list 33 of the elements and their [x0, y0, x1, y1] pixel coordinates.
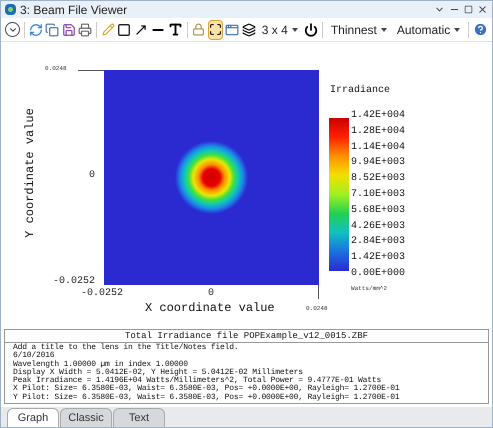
x-axis-tick: 0 [208, 287, 214, 301]
info-title: Total Irradiance file POPExample_v12_0015.ZBF [5, 330, 488, 343]
info-line: Peak Irradiance = 1.4196E+04 Watts/Millimeters^2, Total Power = 9.4777E-01 Watts [13, 377, 382, 386]
y-axis-label: Y coordinate value [22, 108, 38, 238]
legend-tick: 0.00E+000 [351, 268, 406, 280]
layout-dropdown[interactable]: 3 x 4 [258, 20, 302, 40]
info-line: 6/10/2016 [13, 352, 54, 360]
y-axis-tick: -0.0252 [53, 275, 96, 288]
info-line: Display X Width = 5.0412E-02, Y Height = 5.0412E-02 Millimeters [13, 368, 304, 377]
legend-tick: 2.84E+003 [351, 236, 406, 248]
legend-tick: 5.68E+003 [351, 204, 406, 217]
legend-tick: 9.94E+003 [351, 157, 406, 170]
line-width-dropdown[interactable]: Thinnest [326, 20, 391, 40]
info-line: Add a title to the lens in the Title/Notes field. [13, 344, 240, 352]
legend-tick: 7.10E+003 [351, 188, 406, 201]
legend-tick: 8.52E+003 [351, 173, 406, 186]
info-line: Y Pilot: Size= 6.3580E-03, Waist= 6.3580E-03, Pos= +0.0000E+00, Rayleigh= 1.2700E-01 [13, 394, 400, 402]
tab[interactable]: Text [113, 408, 165, 427]
window-title: 3: Beam File Viewer [20, 2, 128, 18]
x-axis-tick: -0.0252 [81, 287, 124, 301]
legend-tick: 1.28E+004 [351, 126, 406, 138]
tab[interactable]: Classic [60, 408, 112, 427]
info-line: X Pilot: Size= 6.3580E-03, Waist= 6.3580E-03, Pos= +0.0000E+00, Rayleigh= 1.2700E-01 [13, 385, 400, 394]
scale-dropdown[interactable]: Automatic [392, 20, 464, 40]
x-axis-label: X coordinate value [145, 300, 275, 317]
tab[interactable]: Graph [7, 408, 59, 427]
legend-tick: 4.26E+003 [351, 220, 406, 233]
legend-tick: 1.42E+003 [351, 252, 406, 264]
legend-tick: 1.14E+004 [351, 142, 406, 154]
legend-title: Irradiance [330, 84, 390, 98]
legend-tick: 1.42E+004 [351, 110, 406, 122]
info-line: Wavelength 1.00000 µm in index 1.00000 [13, 360, 189, 369]
y-axis-tick: 0 [89, 169, 96, 183]
